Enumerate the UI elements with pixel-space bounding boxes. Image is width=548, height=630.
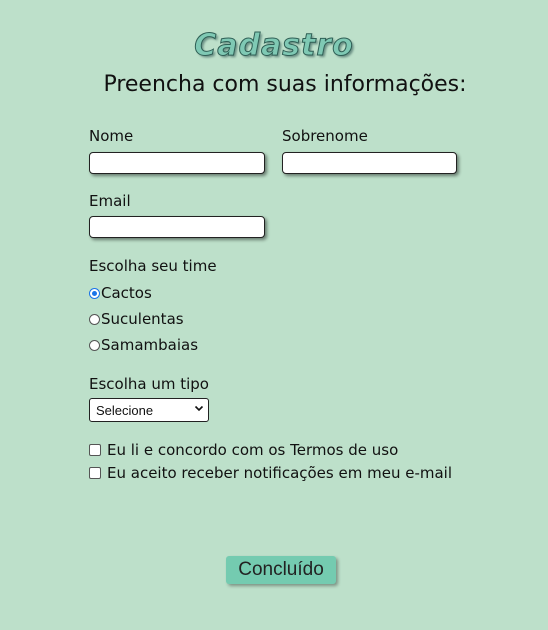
- terms-label: Eu li e concordo com os Termos de uso: [107, 441, 399, 459]
- radio-unchecked-icon[interactable]: [89, 313, 100, 325]
- tipo-label: Escolha um tipo: [89, 375, 209, 393]
- radio-option-cactos[interactable]: Cactos: [89, 283, 152, 303]
- tipo-select-value: Selecione: [96, 402, 154, 418]
- tipo-select[interactable]: Selecione: [89, 398, 209, 422]
- page-title: Cadastro: [194, 28, 354, 64]
- sobrenome-input[interactable]: [282, 152, 457, 174]
- notify-checkbox[interactable]: [89, 467, 101, 479]
- chevron-down-icon: [194, 402, 204, 416]
- nome-label: Nome: [89, 127, 134, 145]
- email-label: Email: [89, 192, 131, 210]
- radio-option-suculentas[interactable]: Suculentas: [89, 309, 184, 329]
- nome-input[interactable]: [89, 152, 265, 174]
- radio-label-samambaias: Samambaias: [101, 336, 199, 354]
- page-subtitle: Preencha com suas informações:: [103, 72, 467, 97]
- time-label: Escolha seu time: [89, 257, 217, 275]
- notify-label: Eu aceito receber notificações em meu e-…: [107, 464, 452, 482]
- email-input[interactable]: [89, 216, 265, 238]
- radio-label-suculentas: Suculentas: [101, 310, 184, 328]
- radio-checked-icon[interactable]: [89, 287, 100, 299]
- notify-checkbox-row[interactable]: Eu aceito receber notificações em meu e-…: [89, 464, 452, 482]
- sobrenome-label: Sobrenome: [282, 127, 368, 145]
- radio-unchecked-icon[interactable]: [89, 339, 100, 351]
- submit-button[interactable]: Concluído: [226, 556, 336, 584]
- terms-checkbox[interactable]: [89, 444, 101, 456]
- radio-label-cactos: Cactos: [101, 284, 152, 302]
- radio-option-samambaias[interactable]: Samambaias: [89, 335, 198, 355]
- terms-checkbox-row[interactable]: Eu li e concordo com os Termos de uso: [89, 441, 398, 459]
